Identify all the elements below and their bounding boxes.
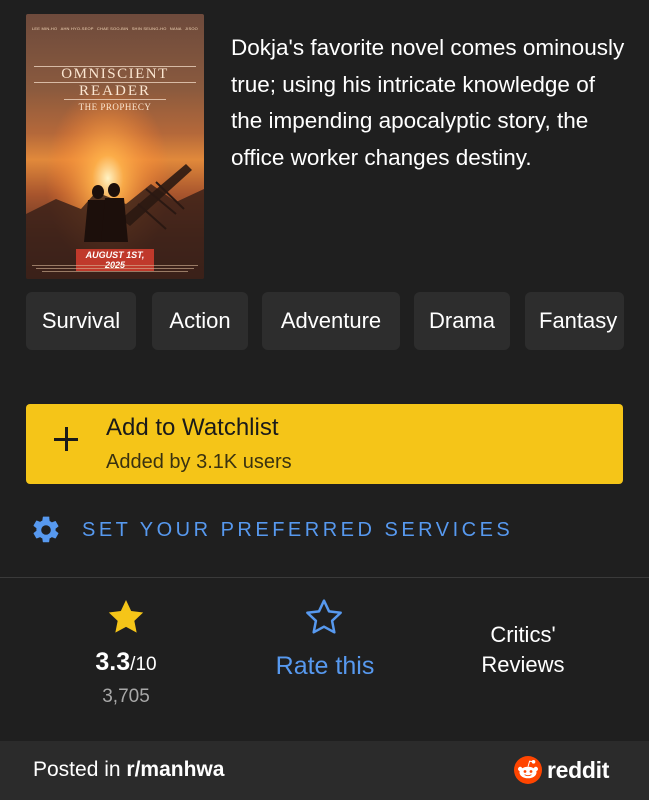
- title-detail-page: LEE MIN-HO AHN HYO-SEOP CHAE SOO-BIN SHI…: [0, 0, 649, 800]
- add-to-watchlist-button[interactable]: Add to Watchlist Added by 3.1K users: [26, 404, 623, 484]
- imdb-rating[interactable]: 3.3/10: [56, 648, 196, 677]
- rating-score: 3.3: [95, 648, 131, 676]
- reddit-logo[interactable]: reddit: [513, 755, 609, 785]
- credit-text: CHAE SOO-BIN: [96, 26, 129, 31]
- gear-icon: [33, 516, 59, 543]
- poster-artwork: [26, 14, 204, 279]
- genre-chip-drama[interactable]: Drama: [414, 292, 510, 350]
- genre-chip-action[interactable]: Action: [152, 292, 248, 350]
- credit-text: AHN HYO-SEOP: [60, 26, 94, 31]
- plot-description: Dokja's favorite novel comes ominously t…: [231, 35, 625, 170]
- reddit-wordmark: reddit: [547, 756, 610, 783]
- rating-count: 3,705: [102, 686, 150, 707]
- critics-label-line1: Critics': [490, 622, 556, 647]
- poster-subtitle: THE PROPHECY: [78, 102, 152, 112]
- genre-chips: Survival Action Adventure Drama Fantasy: [26, 292, 624, 350]
- credit-text: SHIN SEUNG-HO: [131, 26, 167, 31]
- subreddit-name: r/manhwa: [126, 758, 225, 781]
- rating-scale: /10: [130, 654, 157, 675]
- credit-text: NANA: [169, 26, 182, 31]
- movie-poster[interactable]: LEE MIN-HO AHN HYO-SEOP CHAE SOO-BIN SHI…: [26, 14, 204, 279]
- credit-text: JISOO: [184, 26, 198, 31]
- watchlist-label: Add to Watchlist: [106, 414, 279, 441]
- poster-credits: LEE MIN-HO AHN HYO-SEOP CHAE SOO-BIN SHI…: [32, 26, 198, 31]
- critics-reviews-link[interactable]: Critics' Reviews: [450, 620, 596, 680]
- critics-label-line2: Reviews: [481, 652, 565, 677]
- star-outline-icon[interactable]: [303, 597, 345, 637]
- poster-title-line2: READER: [64, 83, 166, 100]
- poster-title-line1: OMNISCIENT: [34, 66, 196, 83]
- genre-chip-fantasy[interactable]: Fantasy: [525, 292, 624, 350]
- genre-chip-adventure[interactable]: Adventure: [262, 292, 400, 350]
- reddit-footer: Posted in r/manhwa reddit: [0, 741, 649, 800]
- rate-this-button[interactable]: Rate this: [250, 652, 400, 681]
- plus-icon: [53, 426, 79, 452]
- section-divider: [0, 577, 649, 578]
- credit-text: LEE MIN-HO: [32, 26, 58, 31]
- posted-in-text[interactable]: Posted in r/manhwa: [33, 758, 224, 782]
- set-preferred-services-link[interactable]: SET YOUR PREFERRED SERVICES: [30, 512, 513, 548]
- star-filled-icon: [108, 600, 144, 633]
- billing-lines: [32, 265, 198, 272]
- poster-title: OMNISCIENT READER THE PROPHECY: [26, 66, 204, 112]
- posted-prefix: Posted in: [33, 758, 127, 781]
- services-label: SET YOUR PREFERRED SERVICES: [82, 518, 514, 541]
- watchlist-count: Added by 3.1K users: [106, 451, 292, 473]
- reddit-alien-icon: [514, 756, 542, 784]
- genre-chip-survival[interactable]: Survival: [26, 292, 136, 350]
